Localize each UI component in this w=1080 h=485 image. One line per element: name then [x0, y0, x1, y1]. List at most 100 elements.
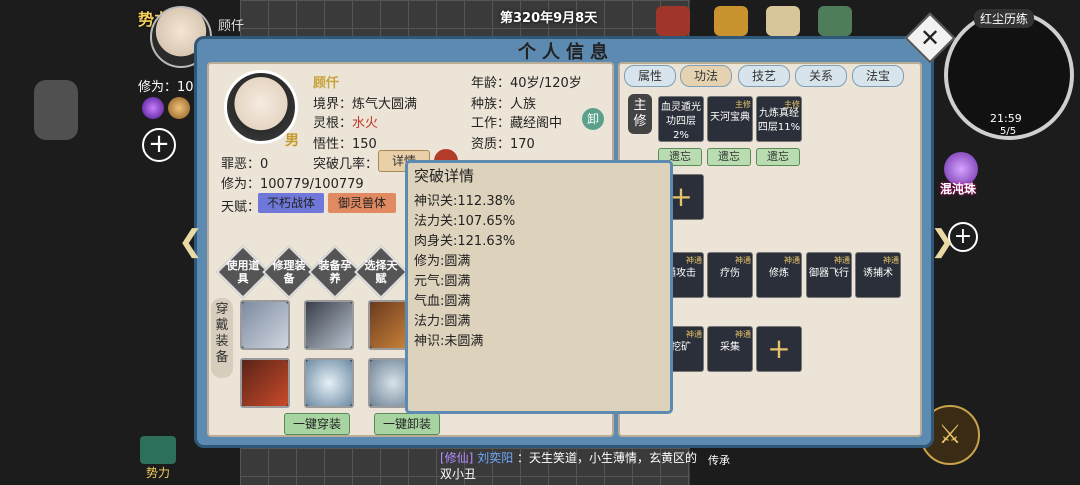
realm-label: 境界：: [313, 97, 353, 112]
tooltip-line: 元气:圆满: [414, 274, 471, 289]
chaos-pearl-label: 混沌珠: [940, 182, 977, 196]
race-value: 人族: [510, 97, 537, 112]
tab-relations[interactable]: 关系: [795, 65, 847, 87]
realm-row: 境界：炼气大圆满: [313, 93, 417, 112]
skill-slot[interactable]: 神通 疗伤: [707, 252, 753, 298]
orb-item-icon: [306, 360, 352, 406]
gold-orb-icon[interactable]: [168, 97, 190, 119]
treasure-chest-icon[interactable]: [656, 6, 690, 36]
skill-slot[interactable]: 主修 天河宝典: [707, 96, 753, 142]
faction-gate-icon: [140, 436, 176, 464]
dragon-icon[interactable]: [818, 6, 852, 36]
sin-label: 罪恶：: [221, 157, 261, 172]
race-row: 种族：人族: [471, 93, 536, 112]
tooltip-line: 神识:未圆满: [414, 334, 484, 349]
repair-equipment-label[interactable]: 修理装备: [270, 253, 308, 291]
scroll-icon[interactable]: [766, 6, 800, 36]
skill-name: 疗伤: [720, 268, 740, 279]
realm-value: 炼气大圆满: [352, 97, 418, 112]
chat-tag: [修仙]: [440, 451, 474, 465]
wear-all-button[interactable]: 一键穿装: [284, 413, 350, 435]
sword-item-icon: [306, 302, 352, 348]
skill-slot[interactable]: 主修 九炼真经 四层11%: [756, 96, 802, 142]
skill-name: 诱捕术: [863, 268, 893, 279]
skill-slot[interactable]: 神通 修炼: [756, 252, 802, 298]
equipment-slot[interactable]: [240, 358, 290, 408]
skill-slot[interactable]: 神通御器飞行: [806, 252, 852, 298]
aptitude-label: 资质：: [471, 137, 511, 152]
equipment-slot[interactable]: [240, 300, 290, 350]
remove-all-button[interactable]: 一键卸装: [374, 413, 440, 435]
choose-talent-label[interactable]: 选择天赋: [362, 253, 400, 291]
minimap-count: 5/5: [1000, 126, 1017, 137]
talent-label: 天赋：: [221, 200, 261, 215]
skill-name: 采集: [720, 342, 740, 353]
purple-orb-icon[interactable]: [142, 97, 164, 119]
skill-badge: 神通: [686, 330, 702, 339]
inheritance-button[interactable]: 传承: [708, 452, 730, 468]
cape-icon: [242, 360, 288, 406]
chat-message[interactable]: [修仙] 刘奕阳 ：天生笑道，小生薄情，玄黄区的双小丑: [440, 450, 700, 482]
faction-button[interactable]: 势力: [138, 436, 178, 480]
sin-row: 罪恶：0: [221, 153, 268, 172]
minimap-time: 21:59: [990, 112, 1022, 125]
gender-label: 男: [285, 133, 299, 149]
cultivation-short: 修为：10: [138, 80, 194, 95]
tooltip-line: 神识关:112.38%: [414, 194, 516, 209]
tooltip-line: 法力关:107.65%: [414, 214, 516, 229]
root-label: 灵根：: [313, 116, 353, 131]
skill-badge: 神通: [834, 256, 850, 265]
faction-button-label: 势力: [145, 466, 170, 480]
skill-progress: 2%: [673, 130, 689, 141]
talent-tag[interactable]: 不朽战体: [258, 193, 324, 213]
tooltip-line: 气血:圆满: [414, 294, 471, 309]
chevron-left-icon[interactable]: ❮: [178, 222, 203, 262]
forget-button[interactable]: 遗忘: [756, 148, 800, 166]
job-label: 工作：: [471, 116, 511, 131]
forget-button[interactable]: 遗忘: [707, 148, 751, 166]
insight-value: 150: [352, 137, 377, 152]
game-scene: 第320年9月8天 势力 顾仟 修为：10 + 红尘历练 21:59 5/5 混…: [0, 0, 1080, 485]
skill-badge: 神通: [686, 256, 702, 265]
equipment-slot[interactable]: [304, 300, 354, 350]
use-item-label[interactable]: 使用道具: [224, 253, 262, 291]
aptitude-value: 170: [510, 137, 535, 152]
nurture-equipment-label[interactable]: 装备孕养: [316, 253, 354, 291]
break-label: 突破几率：: [313, 157, 379, 172]
skill-name: 天河宝典: [710, 112, 750, 123]
tab-treasures[interactable]: 法宝: [852, 65, 904, 87]
tooltip-line: 法力:圆满: [414, 314, 471, 329]
skill-slot[interactable]: 神通采集: [707, 326, 753, 372]
skill-badge: 神通: [735, 330, 751, 339]
game-date: 第320年9月8天: [500, 11, 598, 26]
main-skill-label: 主修: [628, 94, 652, 134]
character-name: 顾仟: [313, 76, 340, 91]
root-row: 灵根：水火: [313, 112, 378, 131]
skill-name: 血灵遁光: [661, 102, 701, 113]
talent-tag[interactable]: 御灵兽体: [328, 193, 396, 213]
skill-slot[interactable]: 神通诱捕术: [855, 252, 901, 298]
race-label: 种族：: [471, 97, 511, 112]
armor-icon: [242, 302, 288, 348]
equipment-slot[interactable]: [304, 358, 354, 408]
chevron-right-icon[interactable]: ❯: [930, 222, 955, 262]
tab-skills[interactable]: 功法: [680, 65, 732, 87]
close-icon[interactable]: ✕: [912, 20, 948, 56]
flag-icon[interactable]: [714, 6, 748, 36]
age-label: 年龄：: [471, 76, 511, 91]
tab-attributes[interactable]: 属性: [624, 65, 676, 87]
skill-level: 四层11%: [757, 122, 801, 133]
xiuwei-label: 修为：: [221, 177, 261, 192]
tab-crafts[interactable]: 技艺: [738, 65, 790, 87]
skill-level: 功四层: [666, 116, 696, 127]
skill-badge: 神通: [883, 256, 899, 265]
skill-slot[interactable]: 血灵遁光 功四层 2%: [658, 96, 704, 142]
skill-name: 御器飞行: [809, 268, 849, 279]
skill-badge: 神通: [784, 256, 800, 265]
plus-icon[interactable]: +: [142, 128, 176, 162]
unassign-job-button[interactable]: 卸: [582, 108, 604, 130]
ghost-icon[interactable]: [34, 80, 78, 140]
player-name: 顾仟: [218, 19, 245, 34]
add-skill-button[interactable]: +: [756, 326, 802, 372]
job-row: 工作：藏经阁中: [471, 112, 562, 131]
